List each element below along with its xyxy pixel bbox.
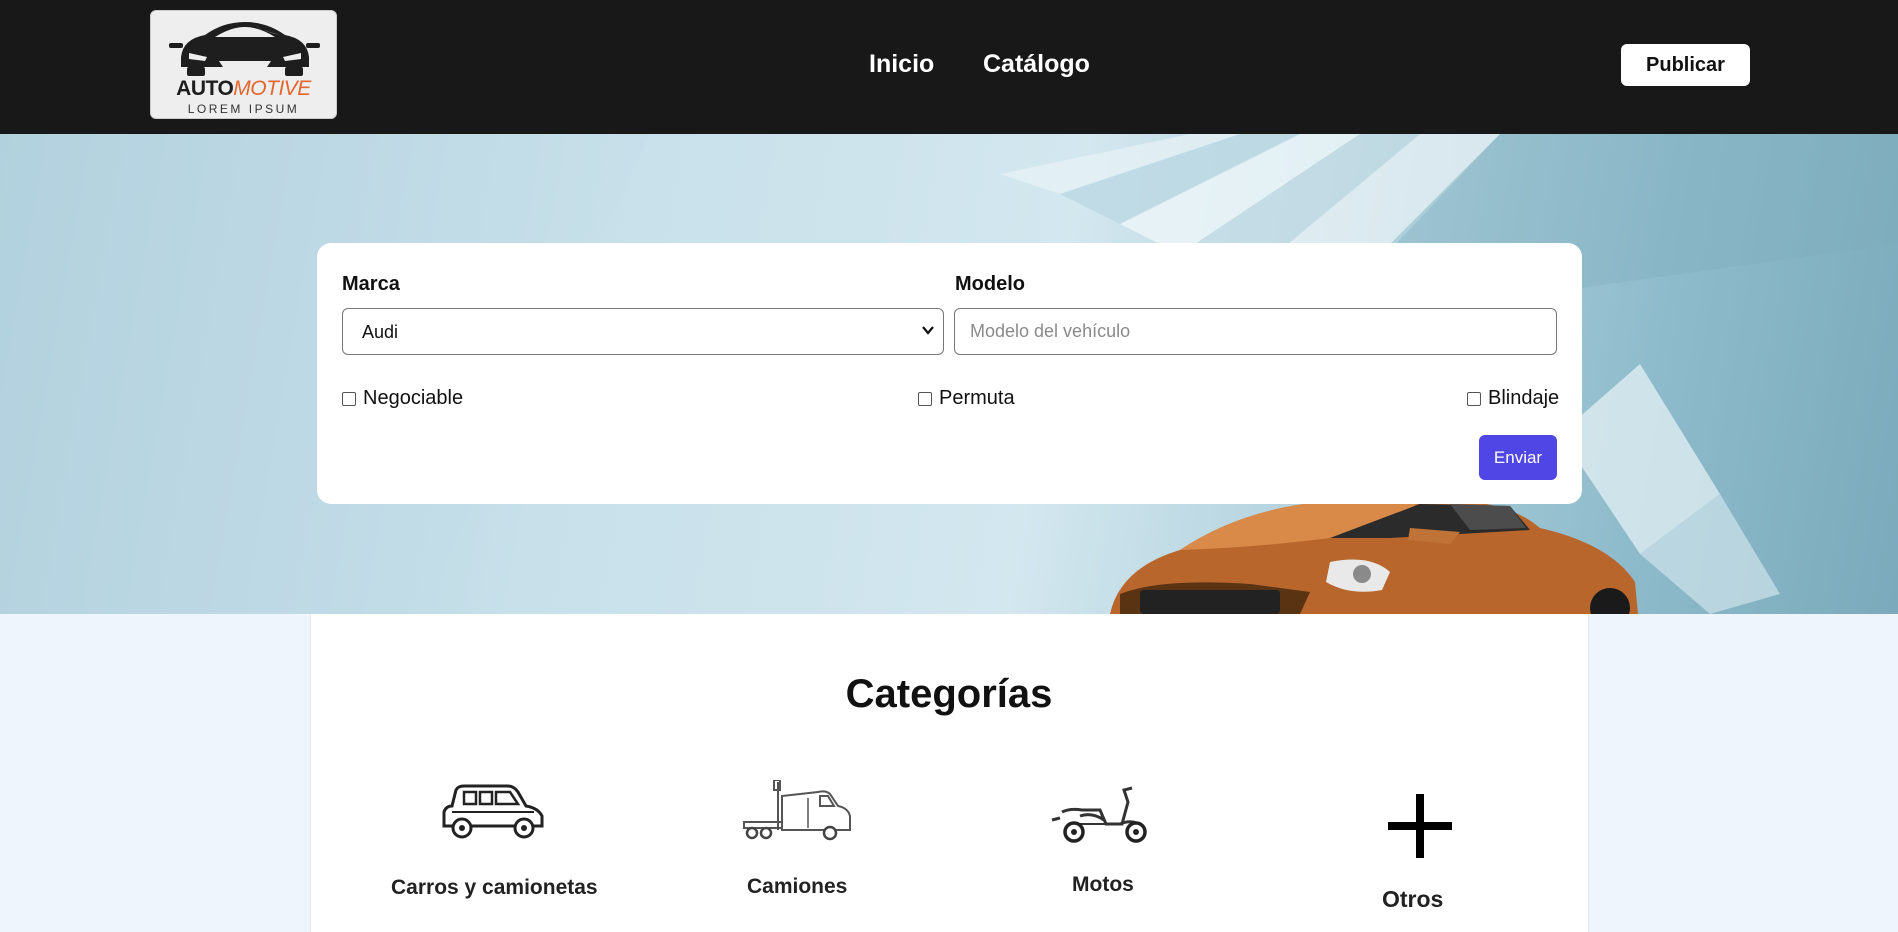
model-input[interactable] [954, 308, 1557, 355]
logo-wordmark: AUTOMOTIVE [151, 77, 336, 101]
suv-icon [442, 784, 544, 839]
checkbox-permuta-box[interactable] [918, 391, 932, 406]
car-logo-icon [169, 22, 320, 76]
logo-word-accent: MOTIVE [233, 77, 311, 100]
checkbox-permuta[interactable]: Permuta [918, 387, 1015, 410]
category-trucks[interactable]: Camiones [730, 780, 870, 900]
category-otros-label: Otros [1382, 886, 1444, 912]
model-label: Modelo [955, 273, 1025, 295]
brand-select[interactable]: Audi [342, 308, 944, 355]
checkbox-negociable-label: Negociable [363, 387, 464, 409]
submit-button[interactable]: Enviar [1479, 435, 1557, 480]
scooter-icon [1051, 786, 1147, 843]
category-motos[interactable]: Motos [1040, 780, 1170, 900]
checkbox-blindaje-label: Blindaje [1488, 387, 1560, 409]
logo-word-primary: AUTO [176, 77, 234, 100]
nav-link-inicio[interactable]: Inicio [869, 50, 934, 79]
category-motos-label: Motos [1072, 873, 1134, 896]
search-form-card [317, 243, 1582, 504]
plus-icon [1388, 794, 1452, 858]
checkbox-blindaje-box[interactable] [1467, 391, 1481, 406]
category-cars-label: Carros y camionetas [391, 876, 598, 899]
categories-title: Categorías [845, 672, 1053, 716]
checkbox-negociable-box[interactable] [342, 391, 356, 406]
top-navbar: AUTOMOTIVE LOREM IPSUM Inicio Catálogo P… [0, 0, 1898, 134]
category-cars[interactable]: Carros y camionetas [390, 780, 600, 900]
hero-car-image [1110, 500, 1638, 614]
category-trucks-label: Camiones [747, 875, 848, 898]
truck-icon [743, 780, 851, 841]
brand-logo[interactable]: AUTOMOTIVE LOREM IPSUM [150, 10, 337, 119]
checkbox-blindaje[interactable]: Blindaje [1467, 387, 1559, 410]
chevron-down-icon [922, 326, 934, 335]
checkbox-negociable[interactable]: Negociable [342, 387, 463, 410]
brand-select-value: Audi [362, 322, 399, 342]
category-otros[interactable]: Otros [1370, 790, 1470, 920]
brand-label: Marca [342, 273, 400, 295]
publish-button[interactable]: Publicar [1621, 44, 1750, 86]
logo-tagline: LOREM IPSUM [187, 102, 300, 116]
checkbox-permuta-label: Permuta [939, 387, 1015, 409]
nav-link-catalogo[interactable]: Catálogo [983, 50, 1090, 79]
